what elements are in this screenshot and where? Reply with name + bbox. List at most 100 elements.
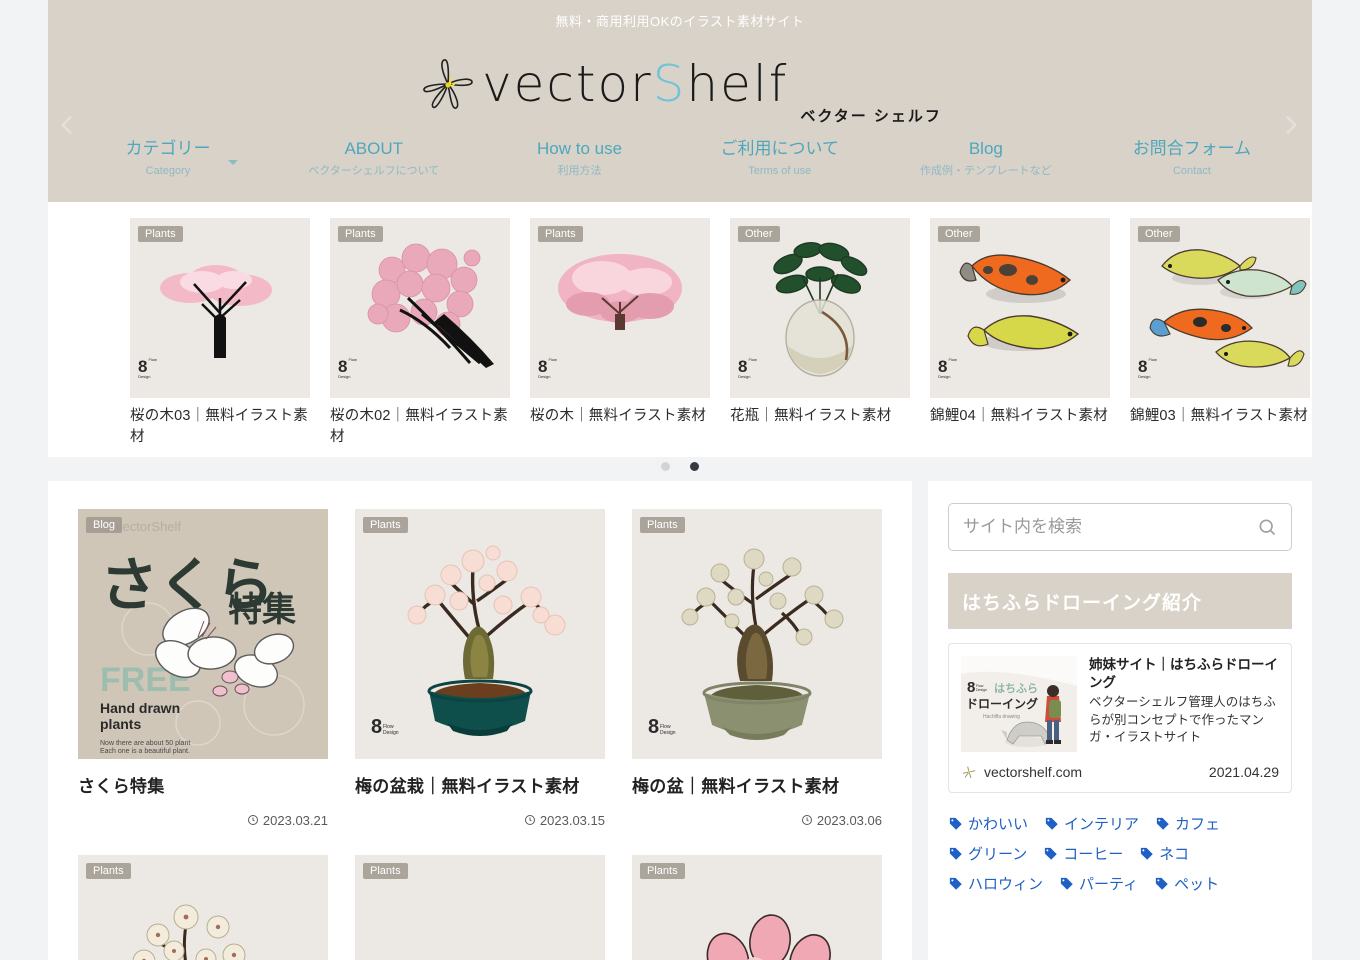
category-badge: Plants [138, 226, 183, 242]
tag-label: パーティ [1079, 876, 1139, 893]
search-input[interactable] [963, 517, 1257, 537]
nav-item-terms[interactable]: ご利用について Terms of use [720, 138, 840, 180]
carousel-thumbnail: Plants 8Flow Design [330, 218, 510, 398]
tag-pet[interactable]: ペット [1154, 873, 1219, 894]
svg-text:Design: Design [660, 730, 676, 736]
search-icon[interactable] [1257, 517, 1277, 537]
category-badge: Plants [338, 226, 383, 242]
nav-item-sublabel: Contact [1172, 165, 1211, 177]
category-badge: Plants [86, 862, 131, 879]
category-badge: Other [738, 226, 780, 242]
main-navigation: カテゴリー Category ABOUT ベクターシェルフについて How to… [48, 138, 1312, 180]
carousel-item[interactable]: Plants 8Flow Design 桜の木｜無料イラスト素材 [530, 218, 710, 448]
tag-green[interactable]: グリーン [948, 843, 1027, 864]
koi-04-art [959, 254, 1080, 351]
carousel-item-title: 錦鯉03｜無料イラスト素材 [1130, 408, 1308, 424]
category-badge: Plants [640, 862, 685, 879]
post-card[interactable]: Plants [355, 509, 605, 828]
logo-text-part1: vector [482, 55, 653, 113]
logo-text-part2: helf [686, 55, 789, 113]
nav-item-contact[interactable]: お問合フォーム Contact [1132, 138, 1252, 180]
tag-label: ネコ [1159, 846, 1189, 863]
chevron-down-icon[interactable] [228, 160, 238, 165]
nav-item-label: ABOUT [344, 139, 404, 158]
post-thumbnail: Plants [355, 854, 605, 960]
nav-item-sublabel: ベクターシェルフについて [308, 165, 440, 177]
tag-cafe[interactable]: カフェ [1155, 813, 1220, 834]
sakura-tree-03-art [160, 265, 272, 358]
nav-item-label: ご利用について [720, 139, 840, 158]
nav-item-label: How to use [536, 139, 623, 158]
site-tagline: 無料・商用利用OKのイラスト素材サイト [555, 14, 805, 29]
koi-03-art [1149, 249, 1307, 368]
clock-icon [524, 815, 535, 826]
site-logo[interactable]: vectorShelf ベクター シェルフ [48, 36, 1312, 132]
carousel-item[interactable]: Other 8Flow Design 錦鯉04｜無料イラスト素材 [930, 218, 1110, 448]
carousel-item[interactable]: Other [1130, 218, 1310, 448]
tag-label: グリーン [968, 846, 1028, 863]
watermark: 8Flow Design [338, 357, 357, 379]
carousel-dot-1[interactable] [661, 462, 670, 471]
svg-text:Hachifla drawing: Hachifla drawing [983, 714, 1020, 720]
post-date: 2023.03.06 [632, 813, 882, 828]
nav-item-how-to-use[interactable]: How to use 利用方法 [520, 138, 640, 180]
blogcard-text: 姉妹サイト｜はちふらドローイング ベクターシェルフ管理人のはちふらが別コンセプト… [1089, 656, 1279, 752]
category-badge: Blog [86, 517, 123, 533]
post-date-text: 2023.03.06 [816, 812, 882, 828]
post-card[interactable]: Plants [632, 854, 882, 960]
tag-kawaii[interactable]: かわいい [948, 813, 1028, 834]
carousel-dot-2[interactable] [690, 462, 699, 471]
post-title: 梅の盆栽｜無料イラスト素材 [355, 777, 580, 796]
post-card[interactable]: Plants [78, 854, 328, 960]
carousel-prev-button[interactable] [54, 112, 80, 138]
post-date: 2023.03.21 [78, 813, 328, 828]
post-title: さくら特集 [78, 777, 165, 796]
tag-icon [1155, 877, 1168, 890]
sister-site-blogcard[interactable]: 8 Flow Design はちふら ドローイング Hachifla drawi… [948, 643, 1292, 793]
svg-text:8: 8 [371, 716, 382, 738]
clock-icon [247, 815, 258, 826]
nav-item-category[interactable]: カテゴリー Category [108, 138, 238, 180]
tag-party[interactable]: パーティ [1059, 873, 1138, 894]
post-card[interactable]: Plants [355, 854, 605, 960]
category-badge: Plants [363, 862, 408, 879]
carousel-item[interactable]: Plants 8Flow Design 桜の木03｜無料イラスト素材 [130, 218, 310, 448]
sidebar-section-title: はちふらドローイング紹介 [948, 573, 1292, 629]
post-thumbnail: Blog さくら 特集 FREE Hand drawn plants Now t… [78, 509, 328, 759]
svg-text:ドローイング: ドローイング [966, 696, 1038, 711]
carousel-next-button[interactable] [1278, 112, 1304, 138]
watermark: 8Flow Design [738, 357, 757, 379]
carousel-item[interactable]: Plants 8Flow Design 桜の木02｜無料イラスト素材 [330, 218, 510, 448]
tag-interior[interactable]: インテリア [1044, 813, 1139, 834]
nav-item-about[interactable]: ABOUT ベクターシェルフについて [308, 138, 439, 180]
post-card[interactable]: Plants [632, 509, 882, 828]
blogcard-title: 姉妹サイト｜はちふらドローイング [1089, 657, 1278, 691]
post-grid: Blog さくら 特集 FREE Hand drawn plants Now t… [78, 509, 882, 960]
tag-icon [949, 847, 962, 860]
nav-item-sublabel: Category [145, 165, 191, 177]
nav-item-blog[interactable]: Blog 作成例・テンプレートなど [920, 138, 1052, 180]
tag-label: ハロウィン [968, 876, 1044, 893]
category-badge: Plants [640, 517, 685, 533]
svg-text:Now there are about 50 plant: Now there are about 50 plant [100, 740, 190, 747]
tag-halloween[interactable]: ハロウィン [948, 873, 1043, 894]
post-card[interactable]: Blog さくら 特集 FREE Hand drawn plants Now t… [78, 509, 328, 828]
tag-label: カフェ [1175, 816, 1221, 833]
tag-coffee[interactable]: コーヒー [1043, 843, 1123, 864]
tag-icon [1045, 817, 1058, 830]
tag-icon [949, 817, 962, 830]
svg-text:特集: 特集 [228, 590, 296, 630]
tag-icon [1140, 847, 1154, 860]
site-header: 無料・商用利用OKのイラスト素材サイト vectorShelf ベクター シェル… [48, 0, 1312, 202]
search-box[interactable] [948, 503, 1292, 551]
logo-wordmark: vectorShelf [482, 59, 788, 109]
tag-neko[interactable]: ネコ [1139, 843, 1189, 864]
watermark: 8Flow Design [938, 357, 957, 379]
carousel-track: Plants 8Flow Design 桜の木03｜無料イラスト素材 Plant… [48, 202, 1312, 448]
clock-icon [801, 815, 812, 826]
nav-item-label: Blog [968, 139, 1003, 158]
category-badge: Other [1138, 226, 1180, 242]
carousel-item[interactable]: Other [730, 218, 910, 448]
post-thumbnail: Plants [78, 854, 328, 960]
carousel-thumbnail: Other 8Flow Design [930, 218, 1110, 398]
